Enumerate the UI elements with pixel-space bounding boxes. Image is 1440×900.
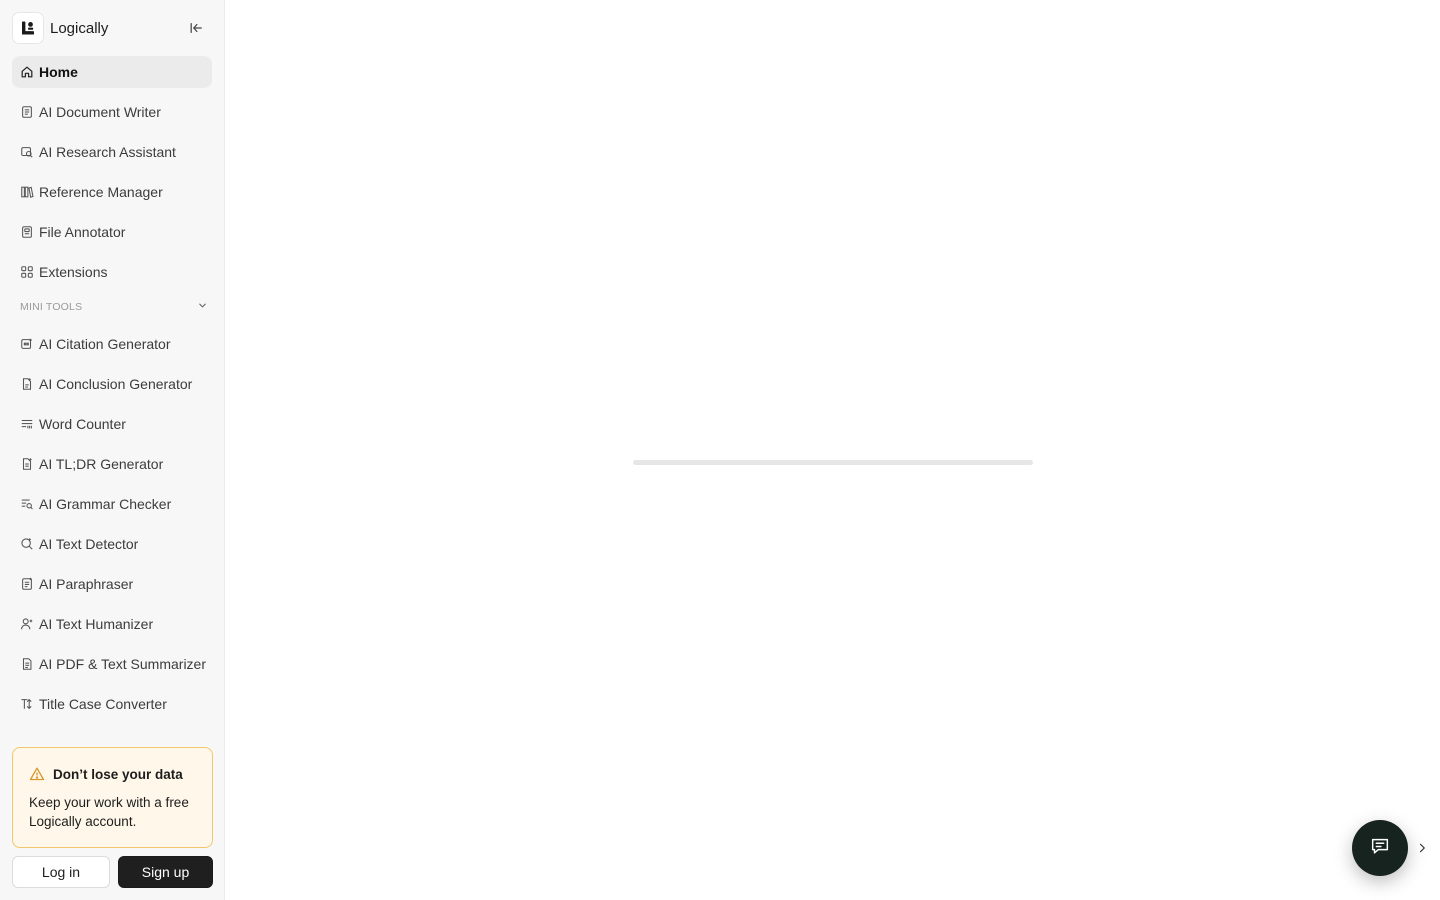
nav-item-label: AI Research Assistant bbox=[39, 144, 176, 160]
home-icon bbox=[20, 65, 34, 79]
nav-item-label: Title Case Converter bbox=[39, 696, 167, 712]
loading-bar bbox=[633, 460, 1033, 465]
mini-tools-nav: AI Citation Generator AI Conclusion Gene… bbox=[12, 328, 212, 728]
chevron-down-icon bbox=[197, 298, 208, 316]
main-content bbox=[225, 0, 1440, 900]
loading-bar-fill bbox=[633, 460, 1033, 465]
humanizer-icon bbox=[20, 617, 34, 631]
nav-item-label: AI Grammar Checker bbox=[39, 496, 172, 512]
auth-buttons: Log in Sign up bbox=[12, 856, 213, 888]
nav-item-ai-research-assistant[interactable]: AI Research Assistant bbox=[12, 136, 212, 168]
nav-item-label: Reference Manager bbox=[39, 184, 163, 200]
mini-tools-toggle[interactable]: MINI TOOLS bbox=[20, 300, 208, 314]
nav-item-label: AI Text Detector bbox=[39, 536, 139, 552]
notice-title: Don’t lose your data bbox=[29, 766, 196, 782]
nav-item-ai-pdf-text-summarizer[interactable]: AI PDF & Text Summarizer bbox=[12, 648, 212, 680]
grammar-icon bbox=[20, 497, 34, 511]
title-case-icon bbox=[20, 697, 34, 711]
warning-icon bbox=[29, 766, 45, 782]
chevron-right-icon[interactable] bbox=[1414, 840, 1430, 856]
nav-item-ai-grammar-checker[interactable]: AI Grammar Checker bbox=[12, 488, 212, 520]
nav-item-label: AI Citation Generator bbox=[39, 336, 171, 352]
nav-item-ai-paraphraser[interactable]: AI Paraphraser bbox=[12, 568, 212, 600]
brand-name: Logically bbox=[50, 19, 109, 37]
app-root: Logically Home AI Document Writer AI Res… bbox=[0, 0, 1440, 900]
detector-icon bbox=[20, 537, 34, 551]
research-icon bbox=[20, 145, 34, 159]
collapse-sidebar-icon[interactable] bbox=[186, 18, 206, 38]
nav-item-label: AI Paraphraser bbox=[39, 576, 134, 592]
document-icon bbox=[20, 105, 34, 119]
nav-item-ai-document-writer[interactable]: AI Document Writer bbox=[12, 96, 212, 128]
nav-item-label: Extensions bbox=[39, 264, 108, 280]
signup-notice: Don’t lose your data Keep your work with… bbox=[12, 747, 213, 848]
chat-button[interactable] bbox=[1352, 820, 1408, 876]
login-button[interactable]: Log in bbox=[12, 856, 110, 888]
nav-item-extensions[interactable]: Extensions bbox=[12, 256, 212, 288]
sidebar: Logically Home AI Document Writer AI Res… bbox=[0, 0, 225, 900]
notice-title-text: Don’t lose your data bbox=[53, 766, 183, 782]
word-count-icon bbox=[20, 417, 34, 431]
nav-item-ai-tldr-generator[interactable]: AI TL;DR Generator bbox=[12, 448, 212, 480]
conclusion-icon bbox=[20, 377, 34, 391]
mini-tools-label: MINI TOOLS bbox=[20, 301, 83, 313]
nav-item-label: Home bbox=[39, 64, 78, 80]
nav-item-label: AI PDF & Text Summarizer bbox=[39, 656, 207, 672]
nav-item-ai-text-humanizer[interactable]: AI Text Humanizer bbox=[12, 608, 212, 640]
nav-item-label: Word Counter bbox=[39, 416, 126, 432]
file-icon bbox=[20, 225, 34, 239]
nav-item-ai-citation-generator[interactable]: AI Citation Generator bbox=[12, 328, 212, 360]
notice-body: Keep your work with a free Logically acc… bbox=[29, 795, 189, 829]
nav-item-label: AI Document Writer bbox=[39, 104, 161, 120]
nav-item-ai-text-detector[interactable]: AI Text Detector bbox=[12, 528, 212, 560]
chat-icon bbox=[1369, 835, 1391, 862]
tldr-icon bbox=[20, 457, 34, 471]
nav-item-file-annotator[interactable]: File Annotator bbox=[12, 216, 212, 248]
nav-item-title-case-converter[interactable]: Title Case Converter bbox=[12, 688, 212, 720]
library-icon bbox=[20, 185, 34, 199]
brand: Logically bbox=[12, 12, 212, 44]
nav-item-reference-manager[interactable]: Reference Manager bbox=[12, 176, 212, 208]
citation-icon bbox=[20, 337, 34, 351]
paraphrase-icon bbox=[20, 577, 34, 591]
nav-item-label: AI Conclusion Generator bbox=[39, 376, 193, 392]
nav-item-label: AI Text Humanizer bbox=[39, 616, 154, 632]
main-nav: Home AI Document Writer AI Research Assi… bbox=[12, 56, 212, 296]
nav-item-label: File Annotator bbox=[39, 224, 126, 240]
grid-icon bbox=[20, 265, 34, 279]
nav-item-home[interactable]: Home bbox=[12, 56, 212, 88]
signup-button[interactable]: Sign up bbox=[118, 856, 213, 888]
summarizer-icon bbox=[20, 657, 34, 671]
logically-logo-icon[interactable] bbox=[12, 12, 44, 44]
nav-item-ai-conclusion-generator[interactable]: AI Conclusion Generator bbox=[12, 368, 212, 400]
nav-item-label: AI TL;DR Generator bbox=[39, 456, 164, 472]
nav-item-word-counter[interactable]: Word Counter bbox=[12, 408, 212, 440]
